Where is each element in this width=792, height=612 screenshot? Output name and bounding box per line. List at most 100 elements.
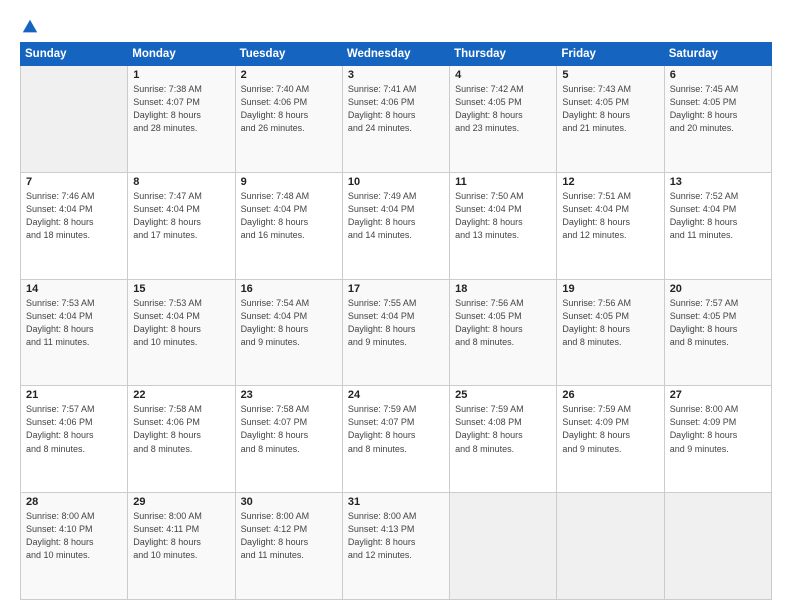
cell-date-number: 19 — [562, 283, 658, 295]
cell-info-text: Sunrise: 7:46 AMSunset: 4:04 PMDaylight:… — [26, 190, 122, 242]
cell-info-text: Sunrise: 8:00 AMSunset: 4:13 PMDaylight:… — [348, 510, 444, 562]
cell-date-number: 22 — [133, 389, 229, 401]
calendar-cell: 12 Sunrise: 7:51 AMSunset: 4:04 PMDayligh… — [557, 172, 664, 279]
weekday-header-friday: Friday — [557, 43, 664, 66]
calendar-cell — [21, 66, 128, 173]
cell-date-number: 31 — [348, 496, 444, 508]
cell-date-number: 20 — [670, 283, 766, 295]
calendar-cell: 11Sunrise: 7:50 AMSunset: 4:04 PMDayligh… — [450, 172, 557, 279]
cell-info-text: Sunrise: 7:58 AMSunset: 4:06 PMDaylight:… — [133, 403, 229, 455]
cell-info-text: Sunrise: 7:48 AMSunset: 4:04 PMDaylight:… — [241, 190, 337, 242]
weekday-header-saturday: Saturday — [664, 43, 771, 66]
cell-info-text: Sunrise: 7:52 AMSunset: 4:04 PMDaylight:… — [670, 190, 766, 242]
logo — [20, 18, 39, 36]
calendar-cell: 26 Sunrise: 7:59 AMSunset: 4:09 PMDayligh… — [557, 386, 664, 493]
cell-date-number: 17 — [348, 283, 444, 295]
cell-info-text: Sunrise: 7:56 AMSunset: 4:05 PMDaylight:… — [455, 297, 551, 349]
calendar-cell: 14 Sunrise: 7:53 AMSunset: 4:04 PMDayligh… — [21, 279, 128, 386]
cell-date-number: 30 — [241, 496, 337, 508]
calendar-cell: 19 Sunrise: 7:56 AMSunset: 4:05 PMDayligh… — [557, 279, 664, 386]
weekday-row: SundayMondayTuesdayWednesdayThursdayFrid… — [21, 43, 772, 66]
cell-info-text: Sunrise: 7:59 AMSunset: 4:08 PMDaylight:… — [455, 403, 551, 455]
calendar-body: 1Sunrise: 7:38 AMSunset: 4:07 PMDaylight… — [21, 66, 772, 600]
cell-info-text: Sunrise: 7:49 AMSunset: 4:04 PMDaylight:… — [348, 190, 444, 242]
calendar-cell: 24 Sunrise: 7:59 AMSunset: 4:07 PMDayligh… — [342, 386, 449, 493]
calendar-cell: 4Sunrise: 7:42 AMSunset: 4:05 PMDaylight… — [450, 66, 557, 173]
cell-info-text: Sunrise: 7:53 AMSunset: 4:04 PMDaylight:… — [26, 297, 122, 349]
cell-info-text: Sunrise: 8:00 AMSunset: 4:10 PMDaylight:… — [26, 510, 122, 562]
cell-info-text: Sunrise: 7:54 AMSunset: 4:04 PMDaylight:… — [241, 297, 337, 349]
cell-info-text: Sunrise: 7:45 AMSunset: 4:05 PMDaylight:… — [670, 83, 766, 135]
cell-info-text: Sunrise: 7:55 AMSunset: 4:04 PMDaylight:… — [348, 297, 444, 349]
calendar-cell: 5Sunrise: 7:43 AMSunset: 4:05 PMDaylight… — [557, 66, 664, 173]
cell-info-text: Sunrise: 7:59 AMSunset: 4:09 PMDaylight:… — [562, 403, 658, 455]
header — [20, 18, 772, 36]
cell-info-text: Sunrise: 7:40 AMSunset: 4:06 PMDaylight:… — [241, 83, 337, 135]
cell-date-number: 23 — [241, 389, 337, 401]
calendar-cell: 25 Sunrise: 7:59 AMSunset: 4:08 PMDayligh… — [450, 386, 557, 493]
cell-info-text: Sunrise: 7:47 AMSunset: 4:04 PMDaylight:… — [133, 190, 229, 242]
calendar-cell: 17 Sunrise: 7:55 AMSunset: 4:04 PMDayligh… — [342, 279, 449, 386]
cell-date-number: 15 — [133, 283, 229, 295]
cell-info-text: Sunrise: 8:00 AMSunset: 4:11 PMDaylight:… — [133, 510, 229, 562]
cell-date-number: 6 — [670, 69, 766, 81]
calendar-cell: 27 Sunrise: 8:00 AMSunset: 4:09 PMDayligh… — [664, 386, 771, 493]
logo-icon — [21, 18, 39, 36]
calendar-cell: 28 Sunrise: 8:00 AMSunset: 4:10 PMDayligh… — [21, 493, 128, 600]
calendar-cell: 29Sunrise: 8:00 AMSunset: 4:11 PMDayligh… — [128, 493, 235, 600]
cell-date-number: 26 — [562, 389, 658, 401]
page: SundayMondayTuesdayWednesdayThursdayFrid… — [0, 0, 792, 612]
cell-date-number: 13 — [670, 176, 766, 188]
calendar-cell — [664, 493, 771, 600]
cell-date-number: 25 — [455, 389, 551, 401]
calendar-cell: 7 Sunrise: 7:46 AMSunset: 4:04 PMDaylight… — [21, 172, 128, 279]
cell-date-number: 16 — [241, 283, 337, 295]
calendar-cell — [557, 493, 664, 600]
cell-date-number: 10 — [348, 176, 444, 188]
cell-info-text: Sunrise: 7:56 AMSunset: 4:05 PMDaylight:… — [562, 297, 658, 349]
cell-info-text: Sunrise: 7:42 AMSunset: 4:05 PMDaylight:… — [455, 83, 551, 135]
cell-info-text: Sunrise: 8:00 AMSunset: 4:09 PMDaylight:… — [670, 403, 766, 455]
cell-date-number: 3 — [348, 69, 444, 81]
cell-date-number: 9 — [241, 176, 337, 188]
weekday-header-wednesday: Wednesday — [342, 43, 449, 66]
cell-date-number: 8 — [133, 176, 229, 188]
calendar-cell: 9 Sunrise: 7:48 AMSunset: 4:04 PMDaylight… — [235, 172, 342, 279]
calendar-week-3: 14 Sunrise: 7:53 AMSunset: 4:04 PMDayligh… — [21, 279, 772, 386]
cell-date-number: 7 — [26, 176, 122, 188]
cell-date-number: 24 — [348, 389, 444, 401]
cell-date-number: 1 — [133, 69, 229, 81]
cell-info-text: Sunrise: 7:59 AMSunset: 4:07 PMDaylight:… — [348, 403, 444, 455]
calendar-cell: 20Sunrise: 7:57 AMSunset: 4:05 PMDayligh… — [664, 279, 771, 386]
calendar-cell: 30 Sunrise: 8:00 AMSunset: 4:12 PMDayligh… — [235, 493, 342, 600]
calendar-cell: 31 Sunrise: 8:00 AMSunset: 4:13 PMDayligh… — [342, 493, 449, 600]
cell-info-text: Sunrise: 7:53 AMSunset: 4:04 PMDaylight:… — [133, 297, 229, 349]
cell-info-text: Sunrise: 7:57 AMSunset: 4:06 PMDaylight:… — [26, 403, 122, 455]
cell-date-number: 5 — [562, 69, 658, 81]
weekday-header-tuesday: Tuesday — [235, 43, 342, 66]
calendar-cell: 23 Sunrise: 7:58 AMSunset: 4:07 PMDayligh… — [235, 386, 342, 493]
calendar-week-5: 28 Sunrise: 8:00 AMSunset: 4:10 PMDayligh… — [21, 493, 772, 600]
cell-info-text: Sunrise: 7:51 AMSunset: 4:04 PMDaylight:… — [562, 190, 658, 242]
cell-date-number: 11 — [455, 176, 551, 188]
calendar-cell: 13 Sunrise: 7:52 AMSunset: 4:04 PMDayligh… — [664, 172, 771, 279]
logo-text — [20, 18, 39, 36]
calendar-cell: 1Sunrise: 7:38 AMSunset: 4:07 PMDaylight… — [128, 66, 235, 173]
calendar-cell: 18Sunrise: 7:56 AMSunset: 4:05 PMDayligh… — [450, 279, 557, 386]
calendar-cell: 3Sunrise: 7:41 AMSunset: 4:06 PMDaylight… — [342, 66, 449, 173]
calendar-table: SundayMondayTuesdayWednesdayThursdayFrid… — [20, 42, 772, 600]
calendar-week-2: 7 Sunrise: 7:46 AMSunset: 4:04 PMDaylight… — [21, 172, 772, 279]
cell-date-number: 2 — [241, 69, 337, 81]
cell-date-number: 14 — [26, 283, 122, 295]
weekday-header-thursday: Thursday — [450, 43, 557, 66]
cell-info-text: Sunrise: 7:58 AMSunset: 4:07 PMDaylight:… — [241, 403, 337, 455]
calendar-cell — [450, 493, 557, 600]
calendar-week-4: 21Sunrise: 7:57 AMSunset: 4:06 PMDayligh… — [21, 386, 772, 493]
cell-date-number: 27 — [670, 389, 766, 401]
calendar-cell: 21Sunrise: 7:57 AMSunset: 4:06 PMDayligh… — [21, 386, 128, 493]
cell-date-number: 28 — [26, 496, 122, 508]
cell-date-number: 12 — [562, 176, 658, 188]
calendar-cell: 8 Sunrise: 7:47 AMSunset: 4:04 PMDaylight… — [128, 172, 235, 279]
calendar-cell: 16 Sunrise: 7:54 AMSunset: 4:04 PMDayligh… — [235, 279, 342, 386]
cell-info-text: Sunrise: 8:00 AMSunset: 4:12 PMDaylight:… — [241, 510, 337, 562]
